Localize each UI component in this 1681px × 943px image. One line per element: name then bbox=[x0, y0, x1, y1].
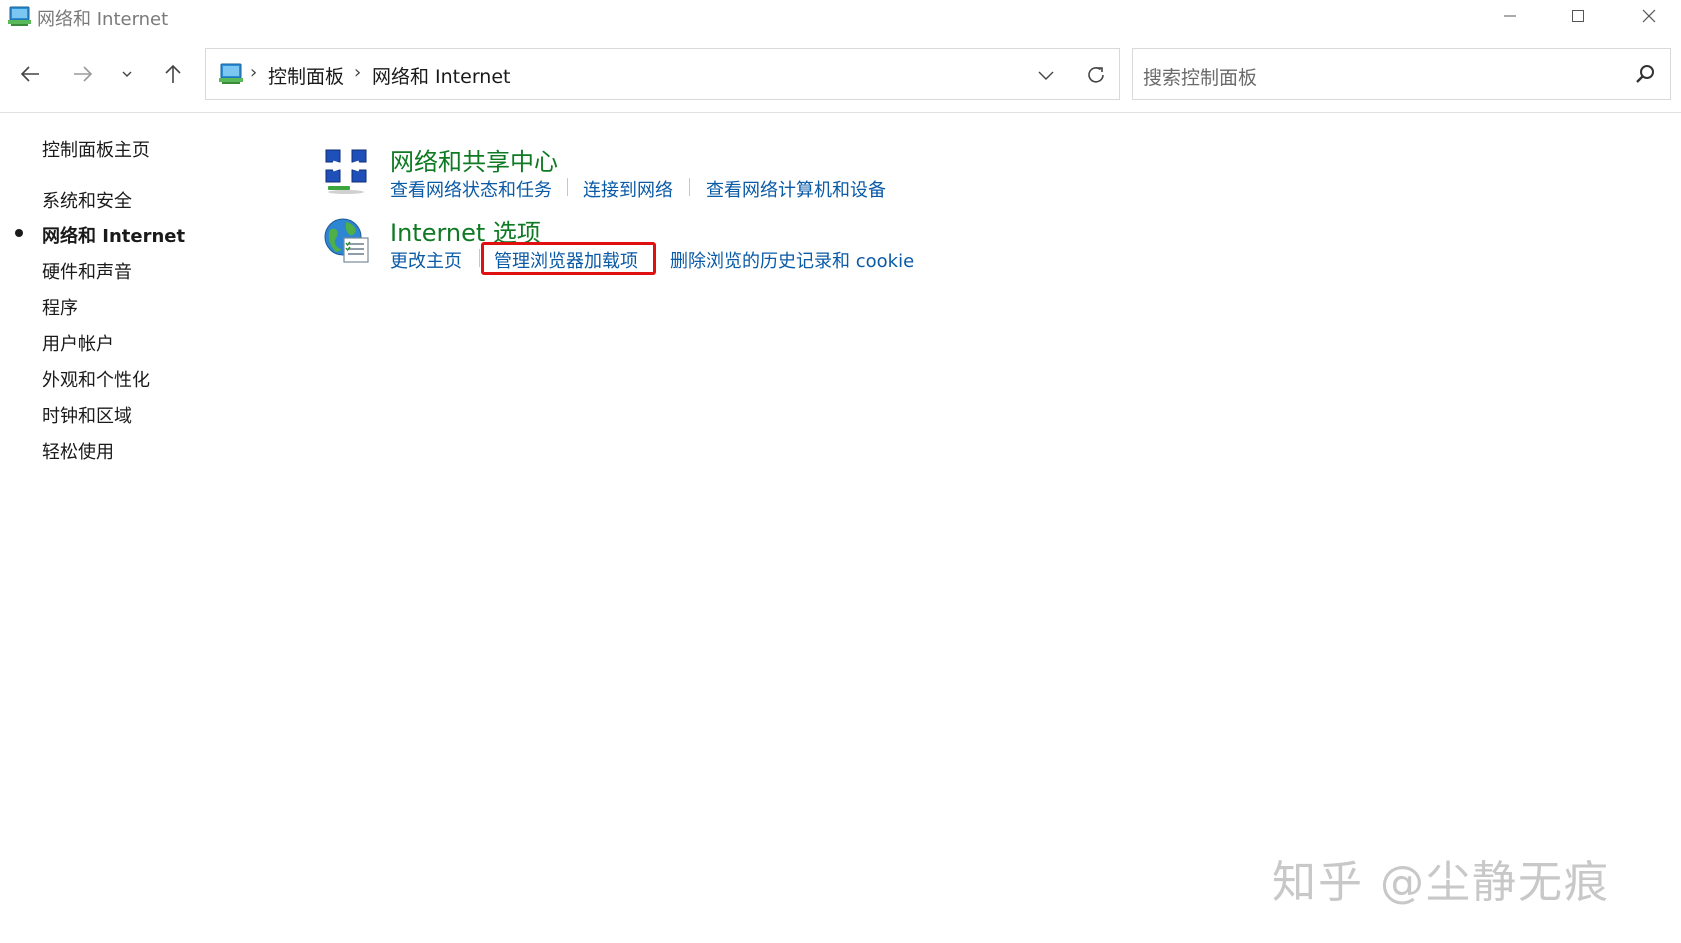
minimize-button[interactable] bbox=[1480, 0, 1540, 32]
highlight-annotation-box bbox=[481, 242, 656, 275]
link-separator bbox=[479, 249, 480, 267]
link-delete-browsing-history[interactable]: 删除浏览的历史记录和 cookie bbox=[670, 247, 914, 273]
sidebar-item-hardware-sound[interactable]: 硬件和声音 bbox=[42, 258, 132, 284]
control-panel-icon bbox=[218, 62, 244, 86]
active-bullet-icon bbox=[15, 229, 23, 237]
chevron-down-icon bbox=[122, 71, 132, 77]
control-panel-icon bbox=[8, 5, 32, 27]
watermark: 知乎 @尘静无痕 bbox=[1272, 857, 1610, 908]
link-connect-to-network[interactable]: 连接到网络 bbox=[583, 176, 673, 202]
sidebar-item-system-security[interactable]: 系统和安全 bbox=[42, 187, 132, 213]
breadcrumb-control-panel[interactable]: 控制面板 bbox=[268, 62, 344, 89]
window-title: 网络和 Internet bbox=[37, 9, 169, 30]
search-input[interactable]: 搜索控制面板 bbox=[1132, 48, 1671, 100]
breadcrumb-separator-icon: › bbox=[354, 62, 362, 83]
refresh-button[interactable] bbox=[1076, 59, 1116, 91]
link-separator bbox=[567, 178, 568, 196]
sidebar-item-ease-of-access[interactable]: 轻松使用 bbox=[42, 438, 114, 464]
network-sharing-center-icon[interactable] bbox=[322, 146, 372, 196]
internet-options-icon[interactable] bbox=[322, 216, 372, 266]
link-change-homepage[interactable]: 更改主页 bbox=[390, 247, 462, 273]
forward-button[interactable] bbox=[63, 54, 103, 94]
arrow-right-icon bbox=[74, 66, 93, 82]
sidebar-item-control-panel-home[interactable]: 控制面板主页 bbox=[42, 136, 150, 162]
arrow-left-icon bbox=[20, 66, 39, 82]
breadcrumb-separator-icon: › bbox=[250, 62, 258, 83]
navigation-bar: › 控制面板 › 网络和 Internet 搜索控制面板 bbox=[0, 44, 1681, 104]
close-button[interactable] bbox=[1619, 0, 1679, 32]
recent-locations-button[interactable] bbox=[107, 54, 147, 94]
link-separator bbox=[689, 178, 690, 196]
chevron-down-icon bbox=[1038, 71, 1054, 80]
breadcrumb-network-internet[interactable]: 网络和 Internet bbox=[372, 62, 510, 89]
sidebar-item-appearance[interactable]: 外观和个性化 bbox=[42, 366, 150, 392]
sidebar-item-clock-region[interactable]: 时钟和区域 bbox=[42, 402, 132, 428]
category-title-network-sharing-center[interactable]: 网络和共享中心 bbox=[390, 142, 558, 177]
sidebar-item-programs[interactable]: 程序 bbox=[42, 294, 78, 320]
sidebar-item-network-internet[interactable]: 网络和 Internet bbox=[42, 222, 185, 248]
toolbar-divider bbox=[0, 112, 1681, 113]
link-view-network-computers[interactable]: 查看网络计算机和设备 bbox=[706, 176, 886, 202]
title-bar: 网络和 Internet bbox=[0, 0, 1681, 32]
sidebar-item-user-accounts[interactable]: 用户帐户 bbox=[42, 330, 114, 356]
search-placeholder: 搜索控制面板 bbox=[1143, 67, 1258, 89]
back-button[interactable] bbox=[10, 54, 50, 94]
maximize-button[interactable] bbox=[1548, 0, 1608, 32]
refresh-icon bbox=[1088, 67, 1104, 83]
up-button[interactable] bbox=[153, 54, 193, 94]
link-view-network-status[interactable]: 查看网络状态和任务 bbox=[390, 176, 552, 202]
search-icon[interactable] bbox=[1634, 63, 1656, 85]
address-bar[interactable]: › 控制面板 › 网络和 Internet bbox=[205, 48, 1120, 100]
arrow-up-icon bbox=[165, 64, 181, 83]
address-history-button[interactable] bbox=[1026, 59, 1066, 91]
